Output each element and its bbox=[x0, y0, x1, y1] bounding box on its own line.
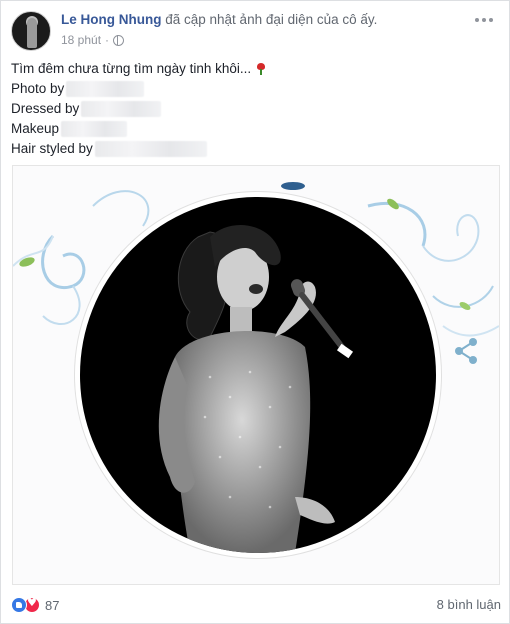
reactions-summary[interactable]: 87 bbox=[11, 596, 60, 613]
profile-photo[interactable] bbox=[75, 192, 441, 558]
author-avatar[interactable] bbox=[11, 11, 51, 51]
credit-label: Hair styled by bbox=[11, 141, 93, 156]
redacted-name bbox=[61, 121, 128, 137]
post-action-text: đã cập nhật ảnh đại diện của cô ấy. bbox=[165, 12, 378, 27]
share-icon bbox=[455, 338, 477, 364]
credit-photo: Photo by bbox=[11, 79, 491, 99]
like-icon bbox=[11, 597, 27, 613]
caption-line: Tìm đêm chưa từng tìm ngày tinh khôi... bbox=[11, 59, 491, 79]
redacted-name bbox=[94, 141, 207, 157]
rose-emoji bbox=[255, 63, 267, 75]
post-title-line: Le Hong Nhung đã cập nhật ảnh đại diện c… bbox=[61, 12, 377, 27]
globe-icon[interactable] bbox=[113, 34, 125, 46]
profile-photo-frame[interactable] bbox=[12, 165, 500, 585]
avatar-figure bbox=[27, 18, 37, 48]
post-meta: 18 phút · bbox=[61, 33, 125, 47]
more-options-icon[interactable] bbox=[473, 11, 495, 29]
redacted-name bbox=[81, 101, 162, 117]
comments-count-link[interactable]: 8 bình luận bbox=[437, 597, 501, 612]
singer-silhouette bbox=[158, 225, 354, 553]
reaction-count: 87 bbox=[45, 597, 60, 613]
credit-label: Makeup bbox=[11, 121, 60, 136]
post-timestamp[interactable]: 18 phút bbox=[61, 33, 101, 47]
credit-label: Photo by bbox=[11, 81, 65, 96]
credit-makeup: Makeup bbox=[11, 119, 491, 139]
credit-dressed: Dressed by bbox=[11, 99, 491, 119]
redacted-name bbox=[66, 81, 145, 97]
credit-label: Dressed by bbox=[11, 101, 80, 116]
post-header: Le Hong Nhung đã cập nhật ảnh đại diện c… bbox=[11, 9, 501, 51]
credit-hair: Hair styled by bbox=[11, 139, 491, 159]
meta-separator: · bbox=[105, 33, 110, 47]
author-name-link[interactable]: Le Hong Nhung bbox=[61, 12, 161, 27]
post-caption: Tìm đêm chưa từng tìm ngày tinh khôi... … bbox=[11, 59, 491, 159]
caption-text: Tìm đêm chưa từng tìm ngày tinh khôi... bbox=[11, 61, 252, 76]
post-footer: 87 8 bình luận bbox=[11, 593, 501, 617]
facebook-post: Le Hong Nhung đã cập nhật ảnh đại diện c… bbox=[0, 0, 510, 624]
